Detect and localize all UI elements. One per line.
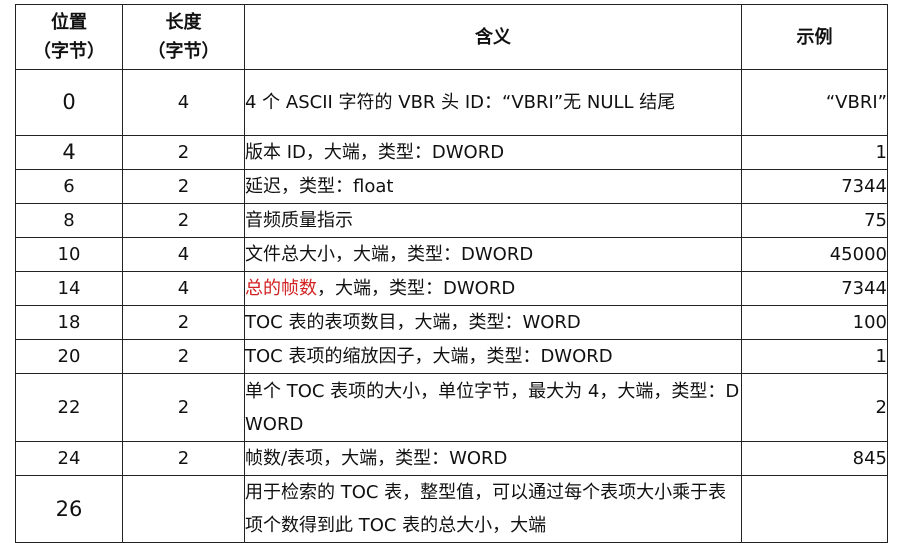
cell-position: 22 (15, 373, 123, 442)
cell-position: 8 (15, 203, 123, 238)
table-row: 8 2 音频质量指示 75 (15, 203, 888, 238)
table-row: 0 4 4 个 ASCII 字符的 VBR 头 ID：“VBRI”无 NULL … (15, 69, 888, 136)
cell-example: “VBRI” (741, 69, 888, 136)
cell-length: 2 (122, 169, 245, 204)
cell-position: 26 (15, 475, 123, 543)
cell-meaning: 4 个 ASCII 字符的 VBR 头 ID：“VBRI”无 NULL 结尾 (244, 69, 742, 136)
header-position-unit: （字节） (33, 41, 105, 62)
cell-example: 2 (741, 373, 888, 442)
cell-meaning: 文件总大小，大端，类型：DWORD (244, 237, 742, 272)
meaning-rest: ，大端，类型：DWORD (317, 278, 516, 299)
cell-position: 4 (15, 135, 123, 170)
header-position: 位置 （字节） (15, 4, 123, 70)
cell-meaning: 音频质量指示 (244, 203, 742, 238)
cell-length: 4 (122, 69, 245, 136)
table-row: 14 4 总的帧数，大端，类型：DWORD 7344 (15, 271, 888, 306)
table-row: 10 4 文件总大小，大端，类型：DWORD 45000 (15, 237, 888, 272)
header-example: 示例 (741, 4, 888, 70)
table-row: 22 2 单个 TOC 表项的大小，单位字节，最大为 4，大端，类型：DWORD… (15, 373, 888, 442)
cell-position: 24 (15, 441, 123, 476)
cell-meaning: 总的帧数，大端，类型：DWORD (244, 271, 742, 306)
cell-example: 7344 (741, 169, 888, 204)
cell-meaning: 用于检索的 TOC 表，整型值，可以通过每个表项大小乘于表项个数得到此 TOC … (244, 475, 742, 543)
cell-length: 2 (122, 135, 245, 170)
cell-length: 2 (122, 373, 245, 442)
cell-length: 2 (122, 339, 245, 374)
table-row: 24 2 帧数/表项，大端，类型：WORD 845 (15, 441, 888, 476)
table-row: 4 2 版本 ID，大端，类型：DWORD 1 (15, 135, 888, 170)
cell-example (741, 475, 888, 543)
cell-length: 2 (122, 305, 245, 340)
vbri-header-table: 位置 （字节） 长度 （字节） 含义 示例 0 4 4 个 ASCII 字符的 … (15, 4, 888, 543)
cell-position: 14 (15, 271, 123, 306)
cell-length: 4 (122, 271, 245, 306)
cell-example: 7344 (741, 271, 888, 306)
header-position-label: 位置 (51, 12, 87, 33)
table-row: 26 用于检索的 TOC 表，整型值，可以通过每个表项大小乘于表项个数得到此 T… (15, 475, 888, 543)
table-row: 18 2 TOC 表的表项数目，大端，类型：WORD 100 (15, 305, 888, 340)
header-meaning: 含义 (244, 4, 742, 70)
table-row: 20 2 TOC 表项的缩放因子，大端，类型：DWORD 1 (15, 339, 888, 374)
cell-meaning: 延迟，类型：float (244, 169, 742, 204)
cell-position: 10 (15, 237, 123, 272)
cell-meaning: TOC 表的表项数目，大端，类型：WORD (244, 305, 742, 340)
header-length-label: 长度 (165, 12, 202, 33)
header-length-unit: （字节） (147, 41, 220, 62)
header-length: 长度 （字节） (122, 4, 245, 70)
cell-position: 18 (15, 305, 123, 340)
cell-length: 2 (122, 441, 245, 476)
cell-example: 1 (741, 135, 888, 170)
cell-meaning: TOC 表项的缩放因子，大端，类型：DWORD (244, 339, 742, 374)
cell-length: 4 (122, 237, 245, 272)
cell-example: 75 (741, 203, 888, 238)
cell-length: 2 (122, 203, 245, 238)
cell-example: 1 (741, 339, 888, 374)
cell-meaning: 单个 TOC 表项的大小，单位字节，最大为 4，大端，类型：DWORD (244, 373, 742, 442)
cell-length (122, 475, 245, 543)
highlighted-term: 总的帧数 (245, 278, 318, 299)
cell-meaning: 版本 ID，大端，类型：DWORD (244, 135, 742, 170)
cell-example: 845 (741, 441, 888, 476)
table-row: 6 2 延迟，类型：float 7344 (15, 169, 888, 204)
cell-example: 45000 (741, 237, 888, 272)
cell-position: 20 (15, 339, 123, 374)
cell-position: 6 (15, 169, 123, 204)
table-header-row: 位置 （字节） 长度 （字节） 含义 示例 (15, 4, 888, 70)
cell-meaning: 帧数/表项，大端，类型：WORD (244, 441, 742, 476)
cell-example: 100 (741, 305, 888, 340)
cell-position: 0 (15, 69, 123, 136)
